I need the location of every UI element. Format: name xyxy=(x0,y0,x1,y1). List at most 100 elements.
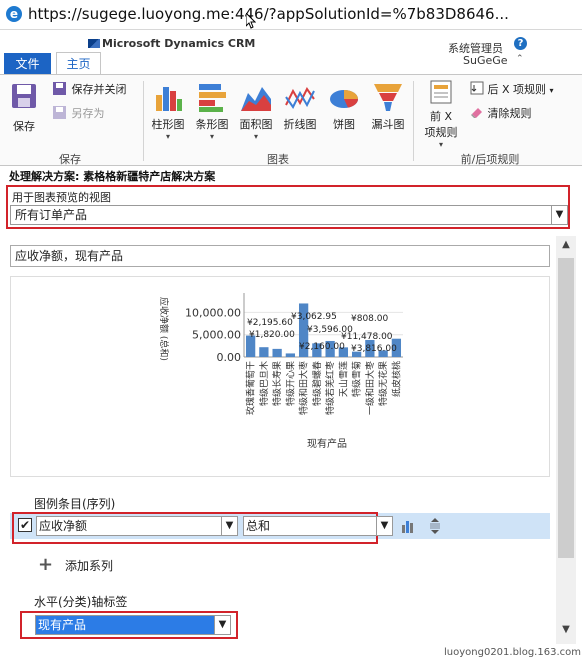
area-chart-button[interactable]: 面积图 ▾ xyxy=(236,81,276,141)
x-tick-label: 特级碧螺春 xyxy=(311,361,323,406)
x-axis-title: 现有产品 xyxy=(307,437,347,450)
x-tick-label: 纸皮核桃 xyxy=(390,361,402,397)
save-button[interactable]: 保存 xyxy=(6,83,42,134)
category-selected-value: 现有产品 xyxy=(38,618,87,632)
ribbon: 保存 保存并关闭 另存为 保存 柱形图 ▾ 条形图 ▾ 面积图 ▾ 折线图 饼图… xyxy=(0,74,582,166)
data-label: ¥3,816.00 xyxy=(351,344,397,354)
view-selected-value: 所有订单产品 xyxy=(15,208,88,222)
divider xyxy=(143,81,144,161)
save-as-label: 另存为 xyxy=(71,107,105,120)
chevron-down-icon[interactable]: ▼ xyxy=(221,517,237,535)
bar-chart-label: 条形图 xyxy=(195,118,229,131)
save-as-button[interactable]: 另存为 xyxy=(52,105,105,121)
series-checkbox[interactable]: ✔ xyxy=(18,518,32,532)
line-chart-icon xyxy=(285,87,315,109)
data-label: ¥3,062.95 xyxy=(291,312,337,322)
plus-icon[interactable]: + xyxy=(38,554,53,575)
org-name[interactable]: SuGeGe xyxy=(463,54,508,67)
series-chart-type-icon[interactable] xyxy=(401,519,415,533)
save-close-icon xyxy=(53,82,66,95)
save-label: 保存 xyxy=(13,120,35,133)
data-label: ¥808.00 xyxy=(351,314,388,324)
browser-title-bar: e https://sugege.luoyong.me:446/?appSolu… xyxy=(0,0,582,30)
data-label: ¥2,195.60 xyxy=(247,318,293,328)
data-label: ¥11,478.00 xyxy=(341,332,393,342)
x-tick-label: 一级和田大枣 xyxy=(364,361,376,415)
chart-name-input[interactable]: 应收净额，现有产品 xyxy=(10,245,550,267)
add-series-link[interactable]: 添加系列 xyxy=(65,557,113,574)
x-tick-label: 特级巴旦木 xyxy=(258,361,270,406)
bar-chart-icon xyxy=(199,84,226,112)
address-url[interactable]: https://sugege.luoyong.me:446/?appSoluti… xyxy=(28,5,578,23)
x-tick-label: 特级无花果 xyxy=(377,361,389,406)
chart-preview: 应收净额 (总和) 0.00 5,000.00 10,000.00 玫瑰香葡萄干 特级巴旦… xyxy=(10,276,550,477)
pie-chart-button[interactable]: 饼图 xyxy=(324,81,364,132)
column-chart-label: 柱形图 xyxy=(151,118,185,131)
y-axis-title: 应收净额 (总和) xyxy=(158,297,170,361)
category-header: 水平(分类)轴标签 xyxy=(34,595,128,609)
logo-text: Microsoft Dynamics CRM xyxy=(102,37,256,50)
mouse-cursor-icon xyxy=(246,13,256,29)
chevron-down-icon[interactable]: ▼ xyxy=(376,517,392,535)
column-chart-icon xyxy=(156,87,182,111)
rules-group-label: 前/后项规则 xyxy=(460,153,520,166)
pie-chart-label: 饼图 xyxy=(333,118,355,131)
line-chart-button[interactable]: 折线图 xyxy=(280,81,320,132)
view-select[interactable]: 所有订单产品 ▼ xyxy=(10,205,568,225)
chevron-down-icon[interactable]: ▼ xyxy=(214,616,230,634)
clear-rules-label: 清除规则 xyxy=(487,107,532,120)
funnel-chart-icon xyxy=(374,84,402,111)
x-tick-label: 特级和田大枣 xyxy=(298,361,310,415)
x-tick-label: 特级雪菊 xyxy=(351,361,363,397)
solution-title: 处理解决方案: 素格格新疆特产店解决方案 xyxy=(9,170,216,183)
top-x-label-2: 项规则 xyxy=(424,126,458,139)
chevron-down-icon: ▾ xyxy=(253,132,258,141)
chevron-down-icon[interactable]: ▼ xyxy=(551,206,567,224)
x-tick-label: 特级长寿果 xyxy=(271,361,283,406)
chevron-down-icon: ▾ xyxy=(549,86,554,95)
chevron-down-icon: ▾ xyxy=(165,132,170,141)
series-aggregate-select[interactable]: 总和 ▼ xyxy=(243,516,393,536)
data-label: ¥2,160.00 xyxy=(299,342,345,352)
funnel-chart-button[interactable]: 漏斗图 xyxy=(368,81,408,132)
view-label: 用于图表预览的视图 xyxy=(12,191,111,204)
chevron-down-icon: ▾ xyxy=(209,132,214,141)
series-field-select[interactable]: 应收净额 ▼ xyxy=(36,516,238,536)
data-label: ¥1,820.00 xyxy=(249,330,295,340)
tab-file[interactable]: 文件 xyxy=(4,53,51,75)
top-x-rules-button[interactable]: 前 X 项规则 ▾ xyxy=(418,79,464,149)
bar-chart-button[interactable]: 条形图 ▾ xyxy=(192,81,232,141)
divider xyxy=(413,81,414,161)
browser-icon: e xyxy=(6,6,22,22)
chart-bar xyxy=(272,348,282,357)
chevron-down-icon: ▾ xyxy=(438,140,443,149)
clear-rules-button[interactable]: 清除规则 xyxy=(470,105,532,121)
scrollbar-thumb[interactable] xyxy=(558,258,574,558)
series-aggregate-value: 总和 xyxy=(246,519,271,533)
bottom-x-icon xyxy=(470,81,484,95)
x-tick-label: 天山雪莲 xyxy=(337,361,349,397)
column-chart-button[interactable]: 柱形图 ▾ xyxy=(148,81,188,141)
y-tick-label: 0.00 xyxy=(217,351,242,364)
x-tick-label: 玫瑰香葡萄干 xyxy=(245,361,257,415)
chevron-up-icon[interactable]: ⌃ xyxy=(516,54,524,64)
chart-bar xyxy=(259,347,269,357)
series-field-value: 应收净额 xyxy=(39,519,88,533)
scroll-down-icon[interactable]: ▼ xyxy=(556,621,576,639)
crm-logo: Microsoft Dynamics CRM xyxy=(88,37,255,50)
bottom-x-rules-button[interactable]: 后 X 项规则 ▾ xyxy=(470,81,554,97)
area-chart-label: 面积图 xyxy=(239,118,273,131)
chart-bar xyxy=(285,353,296,357)
save-close-button[interactable]: 保存并关闭 xyxy=(52,81,127,97)
move-series-icon[interactable] xyxy=(428,518,442,534)
top-x-icon xyxy=(430,80,452,104)
microsoft-logo-icon xyxy=(88,39,100,48)
help-icon[interactable]: ? xyxy=(514,37,527,50)
area-chart-icon xyxy=(241,87,271,111)
tab-home[interactable]: 主页 xyxy=(56,52,101,75)
save-as-icon xyxy=(53,106,66,119)
save-close-label: 保存并关闭 xyxy=(71,83,127,96)
category-select[interactable]: 现有产品 ▼ xyxy=(35,615,231,635)
funnel-chart-label: 漏斗图 xyxy=(371,118,405,131)
scroll-up-icon[interactable]: ▲ xyxy=(556,236,576,254)
